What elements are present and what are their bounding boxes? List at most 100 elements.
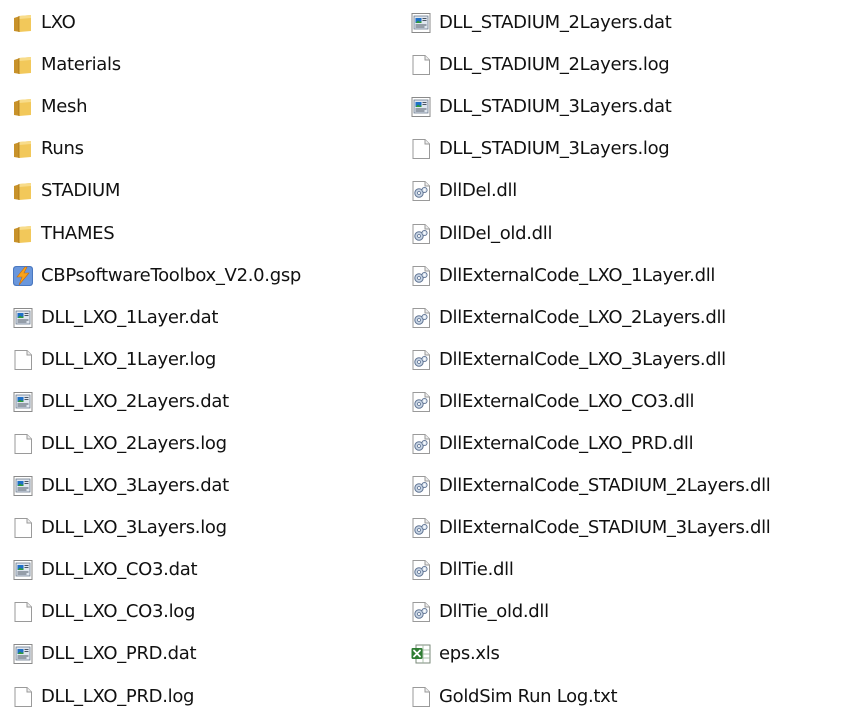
file-name-label: DLL_STADIUM_3Layers.dat xyxy=(439,96,672,118)
file-item-dllexternalcode-lxo-3layers-dll[interactable]: DllExternalCode_LXO_3Layers.dll xyxy=(409,339,842,381)
folder-icon xyxy=(11,179,35,203)
file-item-dllexternalcode-lxo-co3-dll[interactable]: DllExternalCode_LXO_CO3.dll xyxy=(409,381,842,423)
file-item-dll-lxo-1layer-log[interactable]: DLL_LXO_1Layer.log xyxy=(11,339,389,381)
folder-icon xyxy=(11,95,35,119)
file-name-label: THAMES xyxy=(41,222,115,244)
file-item-dll-stadium-3layers-log[interactable]: DLL_STADIUM_3Layers.log xyxy=(409,128,842,170)
file-name-label: DLL_LXO_PRD.dat xyxy=(41,643,197,665)
file-item-lxo[interactable]: LXO xyxy=(11,2,389,44)
file-name-label: DllTie_old.dll xyxy=(439,601,549,623)
file-item-dllexternalcode-lxo-1layer-dll[interactable]: DllExternalCode_LXO_1Layer.dll xyxy=(409,255,842,297)
file-item-dll-lxo-3layers-dat[interactable]: DLL_LXO_3Layers.dat xyxy=(11,465,389,507)
folder-icon xyxy=(11,53,35,77)
file-name-label: eps.xls xyxy=(439,643,500,665)
file-item-thames[interactable]: THAMES xyxy=(11,212,389,254)
file-item-dlltie-dll[interactable]: DllTie.dll xyxy=(409,549,842,591)
file-name-label: DllExternalCode_STADIUM_2Layers.dll xyxy=(439,475,771,497)
file-item-dll-stadium-2layers-log[interactable]: DLL_STADIUM_2Layers.log xyxy=(409,44,842,86)
file-item-goldsim-run-log-txt[interactable]: GoldSim Run Log.txt xyxy=(409,676,842,718)
folder-icon xyxy=(11,11,35,35)
file-name-label: DllTie.dll xyxy=(439,559,514,581)
file-item-dllexternalcode-lxo-2layers-dll[interactable]: DllExternalCode_LXO_2Layers.dll xyxy=(409,297,842,339)
dll-file-icon xyxy=(409,179,433,203)
file-name-label: DLL_LXO_2Layers.log xyxy=(41,432,227,454)
file-item-runs[interactable]: Runs xyxy=(11,128,389,170)
file-item-dll-lxo-2layers-dat[interactable]: DLL_LXO_2Layers.dat xyxy=(11,381,389,423)
text-file-icon xyxy=(409,137,433,161)
file-item-dll-lxo-2layers-log[interactable]: DLL_LXO_2Layers.log xyxy=(11,423,389,465)
file-name-label: Runs xyxy=(41,138,84,160)
dll-file-icon xyxy=(409,600,433,624)
file-item-materials[interactable]: Materials xyxy=(11,44,389,86)
file-column-left: LXO Materials Mesh Runs STADIUM THAMES C… xyxy=(11,2,389,718)
file-item-dll-lxo-prd-dat[interactable]: DLL_LXO_PRD.dat xyxy=(11,633,389,675)
file-name-label: DLL_LXO_CO3.dat xyxy=(41,559,198,581)
dat-file-icon xyxy=(11,558,35,582)
file-item-dlldel-old-dll[interactable]: DllDel_old.dll xyxy=(409,212,842,254)
file-name-label: DLL_STADIUM_2Layers.dat xyxy=(439,12,672,34)
folder-icon xyxy=(11,222,35,246)
file-name-label: DLL_LXO_1Layer.dat xyxy=(41,306,219,328)
file-item-dll-lxo-1layer-dat[interactable]: DLL_LXO_1Layer.dat xyxy=(11,297,389,339)
dll-file-icon xyxy=(409,222,433,246)
dll-file-icon xyxy=(409,432,433,456)
file-name-label: DLL_STADIUM_2Layers.log xyxy=(439,54,670,76)
file-name-label: DLL_LXO_3Layers.log xyxy=(41,517,227,539)
file-name-label: CBPsoftwareToolbox_V2.0.gsp xyxy=(41,264,302,286)
dat-file-icon xyxy=(11,474,35,498)
file-item-dll-stadium-3layers-dat[interactable]: DLL_STADIUM_3Layers.dat xyxy=(409,86,842,128)
dll-file-icon xyxy=(409,348,433,372)
file-column-right: DLL_STADIUM_2Layers.dat DLL_STADIUM_2Lay… xyxy=(409,2,842,718)
file-item-dll-lxo-3layers-log[interactable]: DLL_LXO_3Layers.log xyxy=(11,507,389,549)
file-name-label: DllExternalCode_STADIUM_3Layers.dll xyxy=(439,517,771,539)
file-item-dllexternalcode-lxo-prd-dll[interactable]: DllExternalCode_LXO_PRD.dll xyxy=(409,423,842,465)
file-item-dllexternalcode-stadium-3layers-dll[interactable]: DllExternalCode_STADIUM_3Layers.dll xyxy=(409,507,842,549)
file-name-label: GoldSim Run Log.txt xyxy=(439,685,618,707)
file-name-label: DLL_STADIUM_3Layers.log xyxy=(439,138,670,160)
dll-file-icon xyxy=(409,474,433,498)
file-item-dlltie-old-dll[interactable]: DllTie_old.dll xyxy=(409,591,842,633)
dat-file-icon xyxy=(409,95,433,119)
file-name-label: DllExternalCode_LXO_1Layer.dll xyxy=(439,264,716,286)
file-item-dll-lxo-co3-log[interactable]: DLL_LXO_CO3.log xyxy=(11,591,389,633)
file-name-label: DllDel.dll xyxy=(439,180,517,202)
file-name-label: Materials xyxy=(41,54,121,76)
file-name-label: DllExternalCode_LXO_3Layers.dll xyxy=(439,348,726,370)
file-item-mesh[interactable]: Mesh xyxy=(11,86,389,128)
file-name-label: Mesh xyxy=(41,96,88,118)
file-name-label: DLL_LXO_CO3.log xyxy=(41,601,196,623)
dat-file-icon xyxy=(11,390,35,414)
excel-file-icon xyxy=(409,642,433,666)
folder-icon xyxy=(11,137,35,161)
file-name-label: DllDel_old.dll xyxy=(439,222,553,244)
dll-file-icon xyxy=(409,390,433,414)
file-item-dllexternalcode-stadium-2layers-dll[interactable]: DllExternalCode_STADIUM_2Layers.dll xyxy=(409,465,842,507)
text-file-icon xyxy=(11,348,35,372)
text-file-icon xyxy=(11,516,35,540)
goldsim-file-icon xyxy=(11,264,35,288)
dll-file-icon xyxy=(409,558,433,582)
file-name-label: DLL_LXO_3Layers.dat xyxy=(41,475,229,497)
file-item-eps-xls[interactable]: eps.xls xyxy=(409,633,842,675)
text-file-icon xyxy=(11,600,35,624)
file-item-dlldel-dll[interactable]: DllDel.dll xyxy=(409,170,842,212)
file-item-dll-stadium-2layers-dat[interactable]: DLL_STADIUM_2Layers.dat xyxy=(409,2,842,44)
text-file-icon xyxy=(409,685,433,709)
dll-file-icon xyxy=(409,264,433,288)
dll-file-icon xyxy=(409,516,433,540)
file-item-dll-lxo-co3-dat[interactable]: DLL_LXO_CO3.dat xyxy=(11,549,389,591)
file-name-label: STADIUM xyxy=(41,180,121,202)
text-file-icon xyxy=(11,432,35,456)
file-name-label: DllExternalCode_LXO_CO3.dll xyxy=(439,390,695,412)
file-name-label: DLL_LXO_2Layers.dat xyxy=(41,390,229,412)
file-item-dll-lxo-prd-log[interactable]: DLL_LXO_PRD.log xyxy=(11,676,389,718)
dat-file-icon xyxy=(409,11,433,35)
file-item-cbpsoftwaretoolbox-v2-0-gsp[interactable]: CBPsoftwareToolbox_V2.0.gsp xyxy=(11,255,389,297)
file-name-label: DllExternalCode_LXO_PRD.dll xyxy=(439,432,694,454)
dll-file-icon xyxy=(409,306,433,330)
file-name-label: DllExternalCode_LXO_2Layers.dll xyxy=(439,306,726,328)
file-name-label: DLL_LXO_1Layer.log xyxy=(41,348,217,370)
file-name-label: DLL_LXO_PRD.log xyxy=(41,685,195,707)
file-item-stadium[interactable]: STADIUM xyxy=(11,170,389,212)
text-file-icon xyxy=(11,685,35,709)
